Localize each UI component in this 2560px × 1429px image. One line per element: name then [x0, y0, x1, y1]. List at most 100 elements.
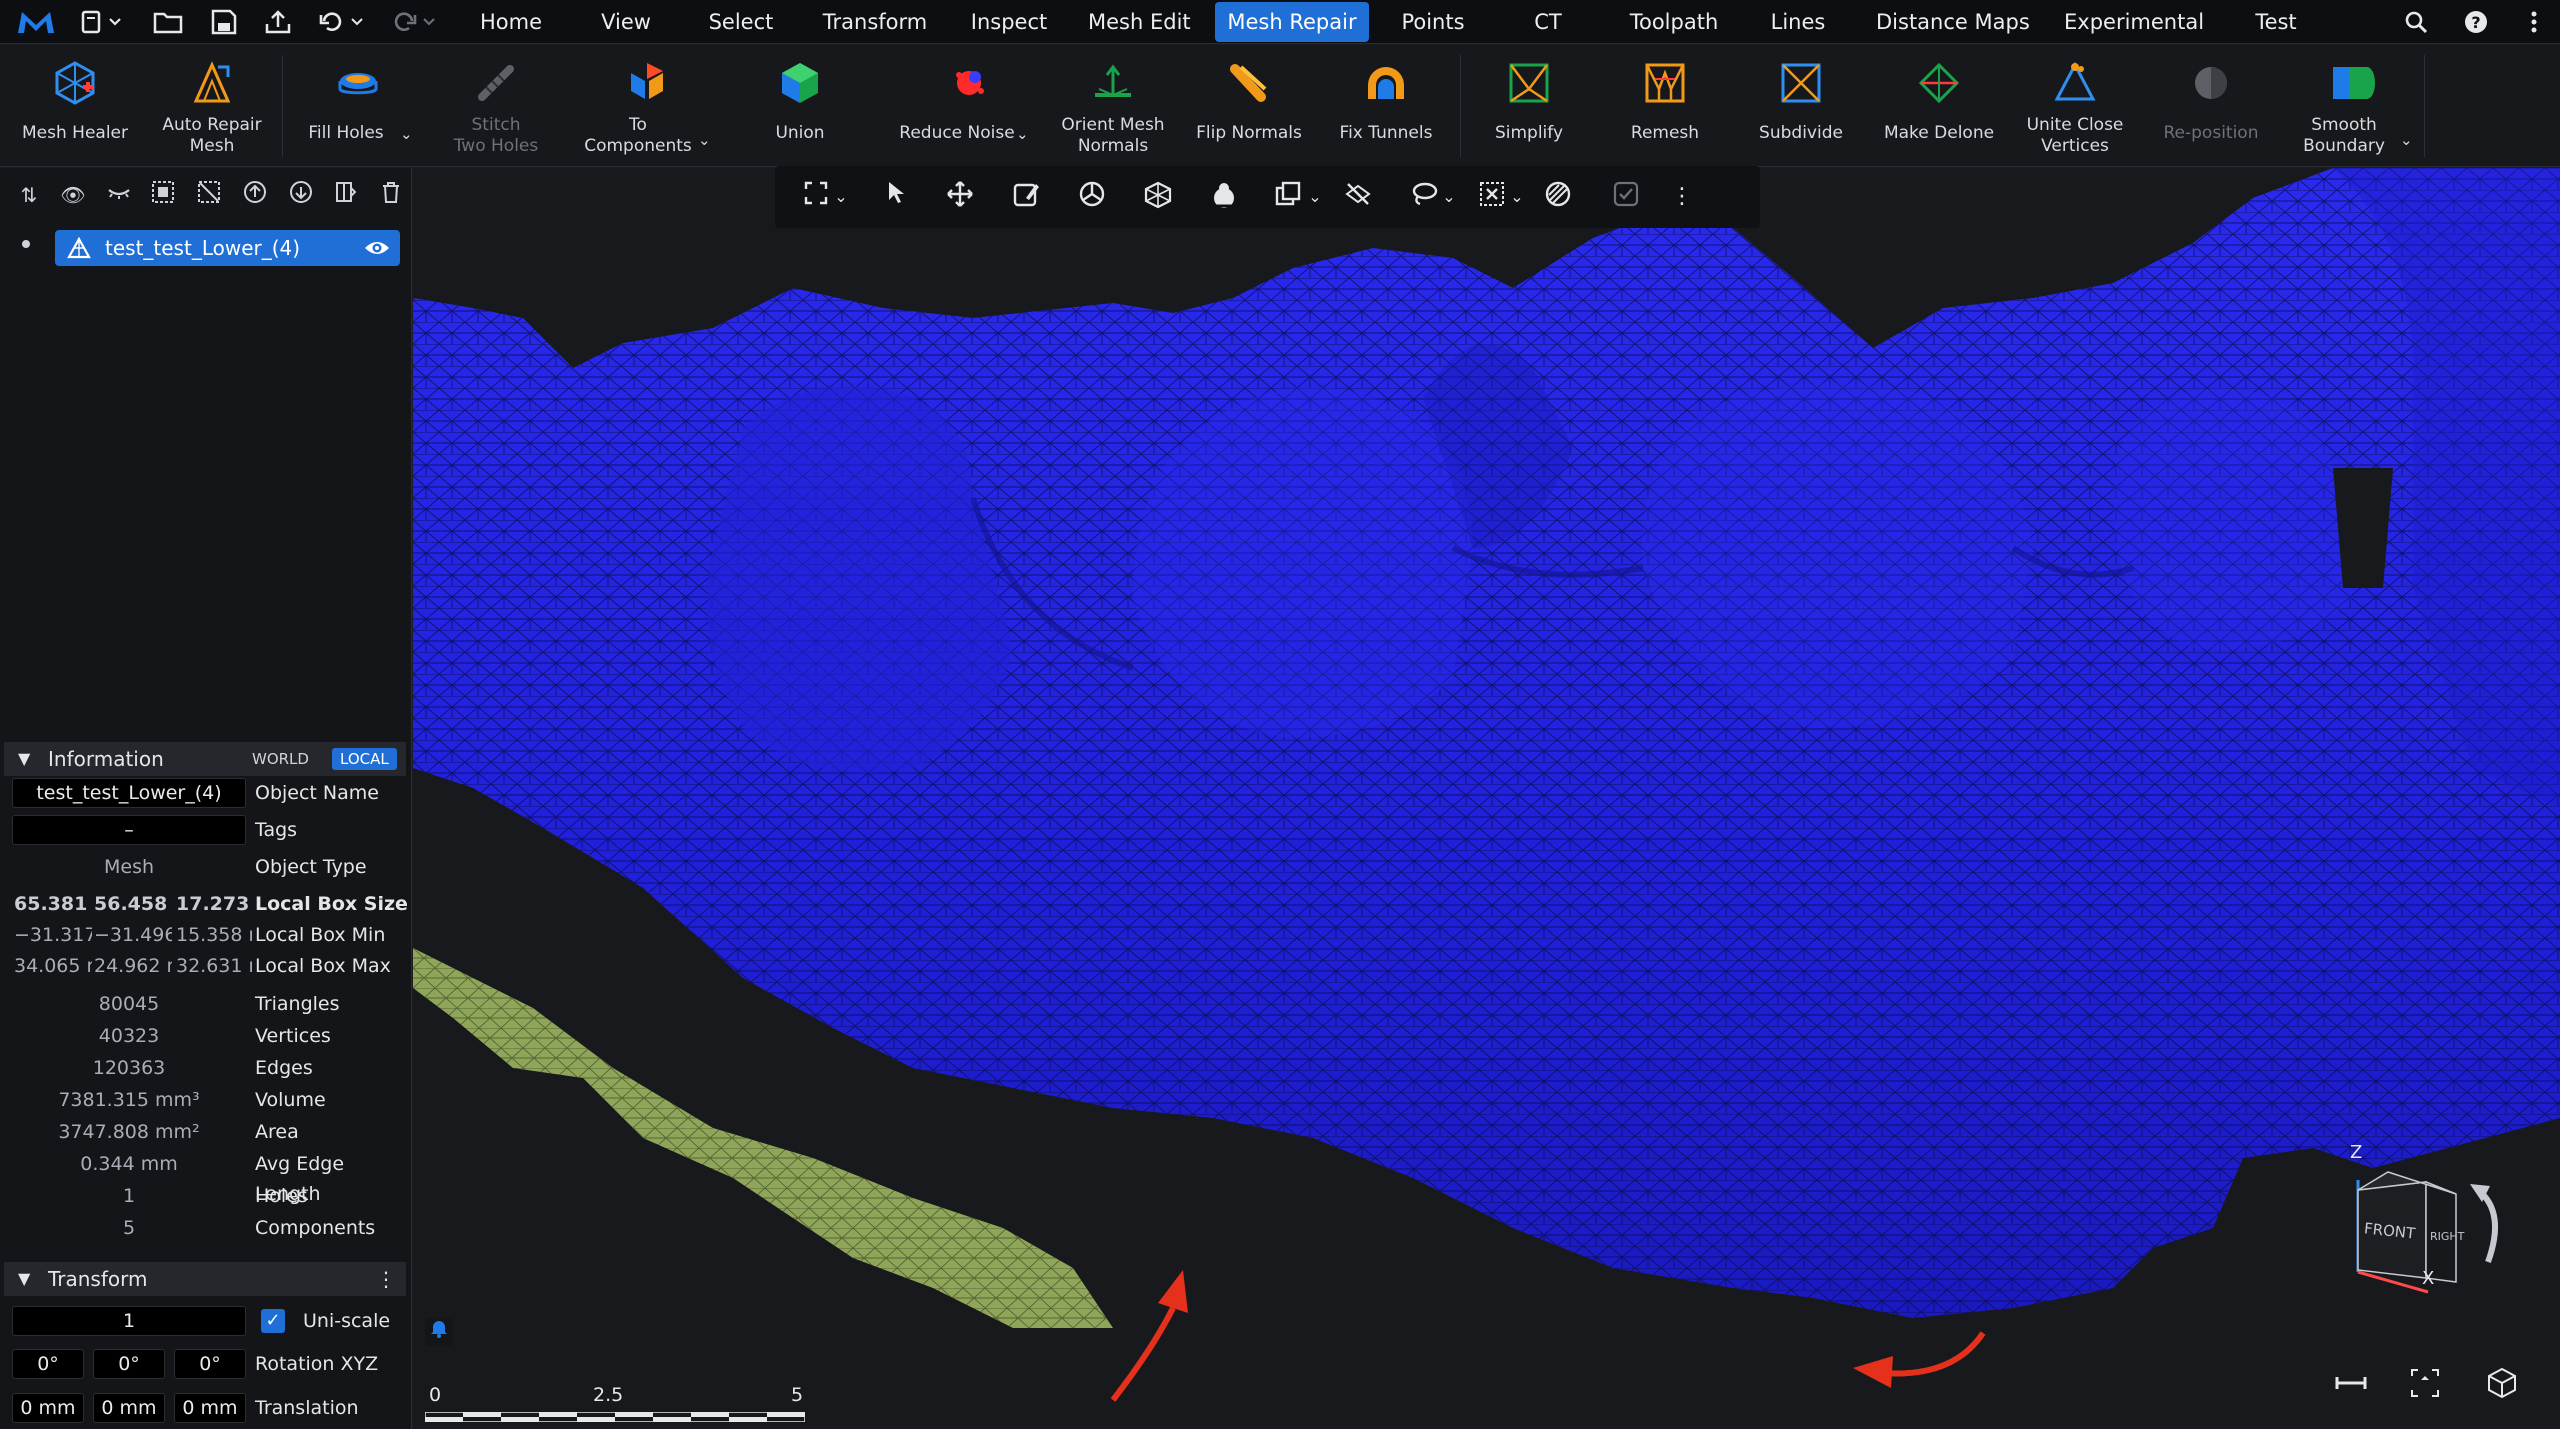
object-visibility-icon[interactable]	[364, 239, 390, 257]
tab-mesh-edit[interactable]: Mesh Edit	[1088, 0, 1191, 44]
to-components-button[interactable]: To Components ⌄	[576, 45, 718, 167]
translation-x-field[interactable]: 0 mm	[12, 1393, 84, 1423]
reduce-noise-dropdown-icon[interactable]: ⌄	[1016, 125, 1029, 143]
fix-tunnels-button[interactable]: Fix Tunnels	[1322, 45, 1450, 167]
fix-tunnels-label: Fix Tunnels	[1339, 123, 1433, 143]
subdivide-button[interactable]: Subdivide	[1738, 45, 1864, 167]
tab-experimental[interactable]: Experimental	[2064, 0, 2204, 44]
local-toggle[interactable]: LOCAL	[332, 748, 397, 770]
ignore-icon[interactable]	[1541, 180, 1575, 214]
tab-transform[interactable]: Transform	[820, 0, 930, 44]
tab-view[interactable]: View	[596, 0, 656, 44]
open-folder-icon[interactable]	[152, 8, 184, 36]
smooth-boundary-dropdown-icon[interactable]: ⌄	[2400, 131, 2413, 149]
pointer-icon[interactable]	[879, 180, 913, 214]
translation-y-field[interactable]: 0 mm	[93, 1393, 165, 1423]
deselect-icon[interactable]	[194, 180, 224, 210]
unite-close-vertices-button[interactable]: Unite Close Vertices	[2010, 45, 2140, 167]
triangles-value: 80045	[98, 993, 160, 1015]
holes-value: 1	[122, 1185, 136, 1207]
rotation-z-field[interactable]: 0°	[174, 1349, 246, 1379]
union-button[interactable]: Union	[736, 45, 864, 167]
tab-points[interactable]: Points	[1398, 0, 1468, 44]
tab-select[interactable]: Select	[702, 0, 780, 44]
fill-holes-dropdown-icon[interactable]: ⌄	[400, 125, 413, 143]
tab-lines[interactable]: Lines	[1770, 0, 1826, 44]
app-window: Home View Select Transform Inspect Mesh …	[0, 0, 2560, 1429]
visibility-icon[interactable]: 👁	[58, 180, 88, 210]
mesh-healer-button[interactable]: Mesh Healer	[10, 45, 140, 167]
paint-select-icon[interactable]	[1009, 180, 1043, 214]
3d-view-icon[interactable]	[2485, 1366, 2519, 1400]
app-logo-icon[interactable]	[16, 8, 56, 36]
export-icon[interactable]	[262, 8, 294, 36]
frame-select-icon[interactable]	[799, 180, 833, 214]
redo-icon[interactable]	[390, 8, 440, 36]
clipping-icon[interactable]	[1271, 180, 1305, 214]
flip-normals-button[interactable]: Flip Normals	[1184, 45, 1314, 167]
rotation-y-field[interactable]: 0°	[93, 1349, 165, 1379]
to-components-dropdown-icon[interactable]: ⌄	[698, 131, 711, 149]
move-up-icon[interactable]	[240, 180, 270, 210]
uni-scale-checkbox[interactable]: ✓	[261, 1309, 285, 1333]
fit-view-icon[interactable]	[2408, 1366, 2442, 1400]
translation-z-field[interactable]: 0 mm	[174, 1393, 246, 1423]
more-icon[interactable]	[2518, 8, 2550, 36]
lasso-icon[interactable]	[1407, 180, 1441, 214]
hide-all-icon[interactable]	[104, 180, 134, 210]
scene-tree-item[interactable]: test_test_Lower_(4)	[55, 230, 400, 266]
lasso-dropdown-icon[interactable]: ⌄	[1439, 180, 1459, 214]
select-all-icon[interactable]	[148, 180, 178, 210]
rotation-x-field[interactable]: 0°	[12, 1349, 84, 1379]
tab-home[interactable]: Home	[470, 0, 552, 44]
tab-ct[interactable]: CT	[1530, 0, 1566, 44]
shading-icon[interactable]	[1207, 180, 1241, 214]
make-delone-button[interactable]: Make Delone	[1874, 45, 2004, 167]
vertices-value: 40323	[98, 1025, 160, 1047]
tab-mesh-repair[interactable]: Mesh Repair	[1215, 2, 1369, 42]
frame-dropdown-icon[interactable]: ⌄	[831, 180, 851, 214]
tab-test[interactable]: Test	[2252, 0, 2300, 44]
reduce-noise-button[interactable]: Reduce Noise ⌄	[896, 45, 1042, 167]
viewport-toolbar-more-icon[interactable]: ⋮	[1671, 180, 1693, 214]
view-cube-right[interactable]: RIGHT	[2430, 1230, 2464, 1243]
view-cube[interactable]: FRONT RIGHT Z X	[2338, 1142, 2538, 1298]
volume-label: Volume	[255, 1089, 326, 1111]
world-toggle[interactable]: WORLD	[244, 748, 317, 770]
box-size-y: 56.458 r	[94, 893, 172, 915]
sort-icon[interactable]: ⇅	[14, 180, 44, 210]
3d-viewport[interactable]: 0 2.5 5 FRONT RIGHT Z X	[413, 168, 2560, 1429]
notification-bell-icon[interactable]	[425, 1318, 453, 1346]
tags-label: Tags	[255, 819, 298, 841]
stitch-icon	[478, 65, 514, 101]
delete-icon[interactable]	[376, 180, 406, 210]
information-section-header[interactable]: ▼ Information WORLD LOCAL	[4, 742, 406, 776]
measure-icon[interactable]	[2333, 1368, 2369, 1398]
undo-icon[interactable]	[318, 8, 368, 36]
tab-distance-maps[interactable]: Distance Maps	[1876, 0, 2030, 44]
auto-repair-mesh-button[interactable]: Auto Repair Mesh	[148, 45, 276, 167]
fill-holes-button[interactable]: Fill Holes ⌄	[292, 45, 424, 167]
simplify-button[interactable]: Simplify	[1466, 45, 1592, 167]
mesh-view-icon[interactable]	[1141, 180, 1175, 214]
save-icon[interactable]	[208, 8, 240, 36]
tab-inspect[interactable]: Inspect	[968, 0, 1050, 44]
hide-faces-icon[interactable]	[1341, 180, 1375, 214]
move-down-icon[interactable]	[286, 180, 316, 210]
file-menu-icon[interactable]	[80, 8, 126, 36]
help-icon[interactable]: ?	[2460, 8, 2492, 36]
orbit-icon[interactable]	[1075, 180, 1109, 214]
move-icon[interactable]	[943, 180, 977, 214]
smooth-boundary-button[interactable]: Smooth Boundary ⌄	[2288, 45, 2418, 167]
remesh-button[interactable]: Remesh	[1602, 45, 1728, 167]
transform-section-header[interactable]: ▼ Transform ⋮	[4, 1262, 406, 1296]
split-view-icon[interactable]	[330, 180, 360, 210]
deselect-dropdown-icon[interactable]: ⌄	[1507, 180, 1527, 214]
clipping-dropdown-icon[interactable]: ⌄	[1305, 180, 1325, 214]
deselect-region-icon[interactable]	[1475, 180, 1509, 214]
search-icon[interactable]	[2400, 8, 2432, 36]
tab-toolpath[interactable]: Toolpath	[1622, 0, 1726, 44]
scale-field[interactable]: 1	[12, 1306, 246, 1336]
transform-more-icon[interactable]: ⋮	[376, 1262, 396, 1296]
orient-mesh-normals-button[interactable]: Orient Mesh Normals	[1048, 45, 1178, 167]
